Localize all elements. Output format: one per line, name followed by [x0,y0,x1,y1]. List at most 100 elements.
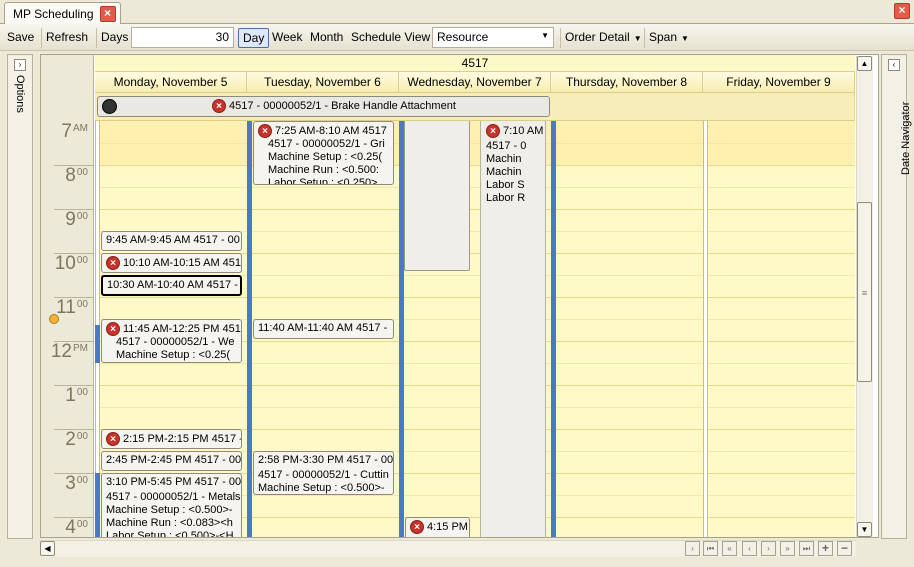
scroll-up-icon[interactable]: ▲ [857,56,872,71]
appointment[interactable]: × 7:25 AM-8:10 AM 4517 4517 - 00000052/1 … [253,121,394,185]
appointment-detail: 4517 - 00000052/1 - We [116,336,235,348]
appointment-detail: Labor R [486,192,526,204]
day-header[interactable]: Monday, November 5 [95,72,247,93]
chevron-down-icon: ▼ [541,31,549,40]
appointment-detail: 4517 - 00000052/1 - Cuttin [258,469,389,481]
appointment[interactable]: 2:58 PM-3:30 PM 4517 - 00 4517 - 0000005… [253,451,394,495]
chevron-down-icon: ▼ [633,34,642,43]
zoom-in-icon[interactable]: + [818,541,833,556]
day-header[interactable]: Thursday, November 8 [551,72,703,93]
tab-mp-scheduling[interactable]: MP Scheduling × [4,2,121,25]
zoom-out-icon[interactable]: − [837,541,852,556]
appointment[interactable]: 3:10 PM-5:45 PM 4517 - 00 4517 - 0000005… [101,473,242,537]
hour-label: 900 [65,209,88,230]
appointment-title: 10:10 AM-10:15 AM 451 [123,256,242,269]
tab-close-icon[interactable]: × [99,6,116,22]
appointment-detail: Machine Setup : <0.500>- [106,504,233,516]
half-hour-line [95,143,855,144]
appointment-title: 4:15 PM [427,520,468,533]
first-page-icon[interactable]: ⏮ [703,541,718,556]
time-ruler: 7AM 800 900 1000 1100 12PM 100 200 300 4… [41,55,94,538]
appointment-title: 3:10 PM-5:45 PM 4517 - 00 [106,476,242,488]
appointment-detail: Machin [486,153,522,165]
appointment-title: 11:40 AM-11:40 AM 4517 - [258,322,388,334]
date-navigator-panel: ‹ Date Navigator [879,51,912,539]
vertical-scrollbar[interactable]: ▲ ≡ ▼ [856,56,873,537]
day-header[interactable]: Wednesday, November 7 [399,72,551,93]
error-icon: × [106,322,120,336]
error-icon: × [106,256,120,270]
error-icon: × [258,124,272,138]
appointment-title: 2:15 PM-2:15 PM 4517 - [123,432,242,445]
hour-line [95,165,855,166]
resource-select[interactable]: Resource ▼ [432,27,554,48]
current-time-indicator-icon [49,314,59,324]
appointment[interactable]: × 2:15 PM-2:15 PM 4517 - [101,429,242,449]
appointment[interactable]: 9:45 AM-9:45 AM 4517 - 00 [101,231,242,251]
appointment[interactable]: 11:40 AM-11:40 AM 4517 - [253,319,394,339]
appointment[interactable]: × 4:15 PM [405,517,470,537]
view-week-button[interactable]: Week [268,28,306,48]
scheduler-calendar: 7AM 800 900 1000 1100 12PM 100 200 300 4… [40,54,879,538]
day-time-bar [703,121,708,537]
view-day-button[interactable]: Day [238,28,270,48]
days-input[interactable]: 30 [131,27,234,48]
hour-label: 7AM [61,121,88,142]
date-navigator-frame[interactable]: ‹ Date Navigator [881,54,912,539]
appointment-title: 7:25 AM-8:10 AM 4517 [275,124,387,137]
options-panel: › Options [3,51,36,539]
all-day-event[interactable]: × 4517 - 00000052/1 - Brake Handle Attach… [97,96,550,117]
busy-bar [95,473,100,537]
appointment-block[interactable] [404,121,470,271]
appointment-detail: Labor S [486,179,525,191]
hour-tick [54,297,94,298]
scroll-down-icon[interactable]: ▼ [857,522,872,537]
scroll-left-icon[interactable]: ◀ [40,541,55,556]
expand-icon[interactable]: › [14,59,26,71]
hour-tick [54,517,94,518]
appointment-detail: Machin [486,166,522,178]
appointment-title: 9:45 AM-9:45 AM 4517 - 00 [106,234,240,246]
previous-icon[interactable]: ‹ [742,541,757,556]
appointment[interactable]: × 10:10 AM-10:15 AM 451 [101,253,242,273]
window-close-icon[interactable]: × [894,3,910,19]
error-icon: × [486,124,500,138]
scroll-thumb[interactable]: ≡ [857,202,872,382]
collapse-icon[interactable]: ‹ [888,59,900,71]
view-month-button[interactable]: Month [306,28,347,48]
order-detail-menu[interactable]: Order Detail ▼ [560,28,646,48]
refresh-button[interactable]: Refresh [41,28,92,48]
all-day-event-content: × 4517 - 00000052/1 - Brake Handle Attach… [212,99,456,113]
appointment[interactable]: × 11:45 AM-12:25 PM 451 4517 - 00000052/1… [101,319,242,363]
appointment-title: 2:58 PM-3:30 PM 4517 - 00 [258,454,394,466]
scroll-right-icon[interactable]: › [685,541,700,556]
last-page-icon[interactable]: ⏭ [799,541,814,556]
busy-bar [95,325,100,363]
resource-select-value: Resource [437,30,489,44]
next-page-icon[interactable]: » [780,541,795,556]
hour-labels: 7AM 800 900 1000 1100 12PM 100 200 300 4… [41,121,94,538]
options-panel-frame[interactable]: › Options [7,54,33,539]
appointment[interactable]: 2:45 PM-2:45 PM 4517 - 00 [101,451,242,471]
appointment-title: 10:30 AM-10:40 AM 4517 - [107,279,238,291]
span-label: Span [649,30,678,44]
hour-line [95,297,855,298]
day-header[interactable]: Friday, November 9 [703,72,855,93]
schedule-view-button[interactable]: Schedule View [347,28,434,48]
next-icon[interactable]: › [761,541,776,556]
save-button[interactable]: Save [3,28,38,48]
hour-label: 400 [65,517,88,538]
time-grid[interactable]: 9:45 AM-9:45 AM 4517 - 00 × 10:10 AM-10:1… [95,121,855,537]
error-icon: × [410,520,424,534]
hour-tick [54,473,94,474]
hour-line [95,209,855,210]
appointment-selected[interactable]: 10:30 AM-10:40 AM 4517 - [101,275,242,296]
hour-line [95,385,855,386]
day-header[interactable]: Tuesday, November 6 [247,72,399,93]
span-menu[interactable]: Span ▼ [644,28,693,48]
appointment[interactable]: × 7:10 AM 4517 - 0 Machin Machin Labor S … [481,121,545,213]
recurrence-icon [102,99,117,114]
hour-label: 100 [65,385,88,406]
hour-label: 200 [65,429,88,450]
previous-page-icon[interactable]: « [722,541,737,556]
